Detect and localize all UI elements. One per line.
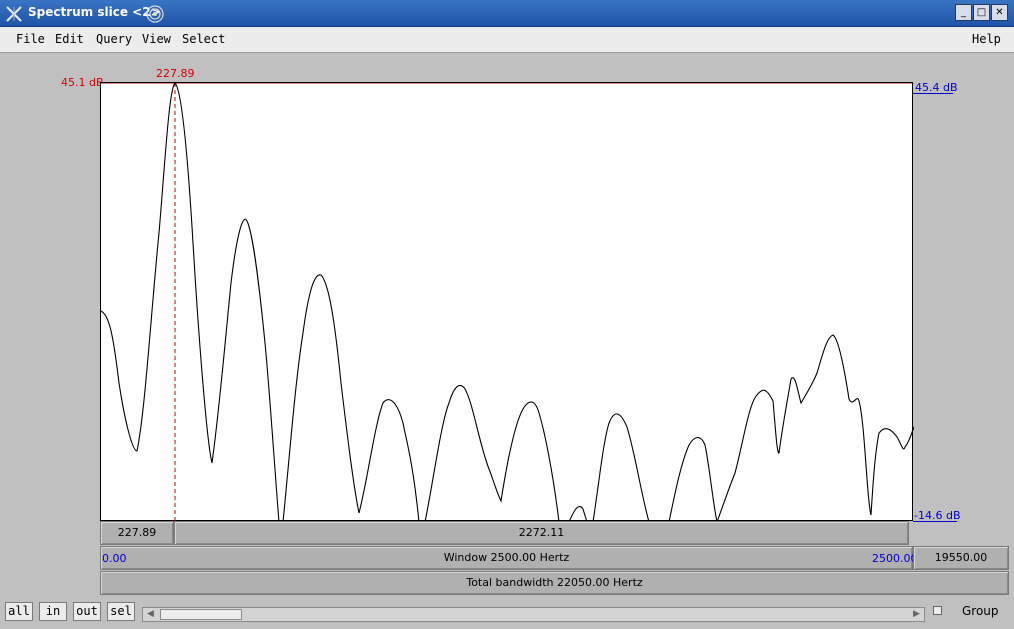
window-end-label: 2500.00 xyxy=(872,552,918,565)
scrollbar-thumb[interactable] xyxy=(160,609,242,620)
remaining-bar[interactable]: 19550.00 xyxy=(913,546,1009,570)
zoom-all-button[interactable]: all xyxy=(5,602,33,621)
window-start-label: 0.00 xyxy=(102,552,127,565)
menu-bar: File Edit Query View Select Help xyxy=(0,27,1014,53)
scroll-left-icon[interactable]: ◀ xyxy=(144,608,157,621)
menu-query[interactable]: Query xyxy=(96,32,132,46)
cursor-left-bar[interactable]: 227.89 xyxy=(100,521,174,545)
window-title: Spectrum slice <2> xyxy=(28,5,161,19)
menu-file[interactable]: File xyxy=(16,32,45,46)
maximize-icon[interactable]: □ xyxy=(973,4,990,21)
cursor-right-bar[interactable]: 2272.11 xyxy=(174,521,909,545)
left-top-db-label: 45.1 dB xyxy=(61,76,104,89)
menu-help[interactable]: Help xyxy=(972,32,1001,46)
spectrum-curve xyxy=(101,83,914,522)
right-bottom-db-underline xyxy=(913,521,957,522)
zoom-out-button[interactable]: out xyxy=(73,602,101,621)
window-bar[interactable]: Window 2500.00 Hertz xyxy=(100,546,913,570)
spectrum-plot[interactable] xyxy=(100,82,914,522)
menu-view[interactable]: View xyxy=(142,32,171,46)
menu-select[interactable]: Select xyxy=(182,32,225,46)
spectrum-svg[interactable] xyxy=(101,83,914,522)
minimize-icon[interactable]: _ xyxy=(955,4,972,21)
scroll-right-icon[interactable]: ▶ xyxy=(910,608,923,621)
app-icon[interactable] xyxy=(5,5,23,23)
total-bandwidth-bar[interactable]: Total bandwidth 22050.00 Hertz xyxy=(100,571,1009,595)
group-label: Group xyxy=(962,604,999,618)
cursor-frequency-label: 227.89 xyxy=(156,67,195,80)
title-bar[interactable]: Spectrum slice <2> _ □ ✕ xyxy=(0,0,1014,27)
zoom-in-button[interactable]: in xyxy=(39,602,67,621)
right-top-db-underline xyxy=(913,93,953,94)
spiral-icon xyxy=(146,5,164,23)
group-checkbox[interactable] xyxy=(933,606,942,615)
zoom-selection-button[interactable]: sel xyxy=(107,602,135,621)
horizontal-scrollbar[interactable] xyxy=(142,607,925,622)
close-icon[interactable]: ✕ xyxy=(991,4,1008,21)
menu-edit[interactable]: Edit xyxy=(55,32,84,46)
